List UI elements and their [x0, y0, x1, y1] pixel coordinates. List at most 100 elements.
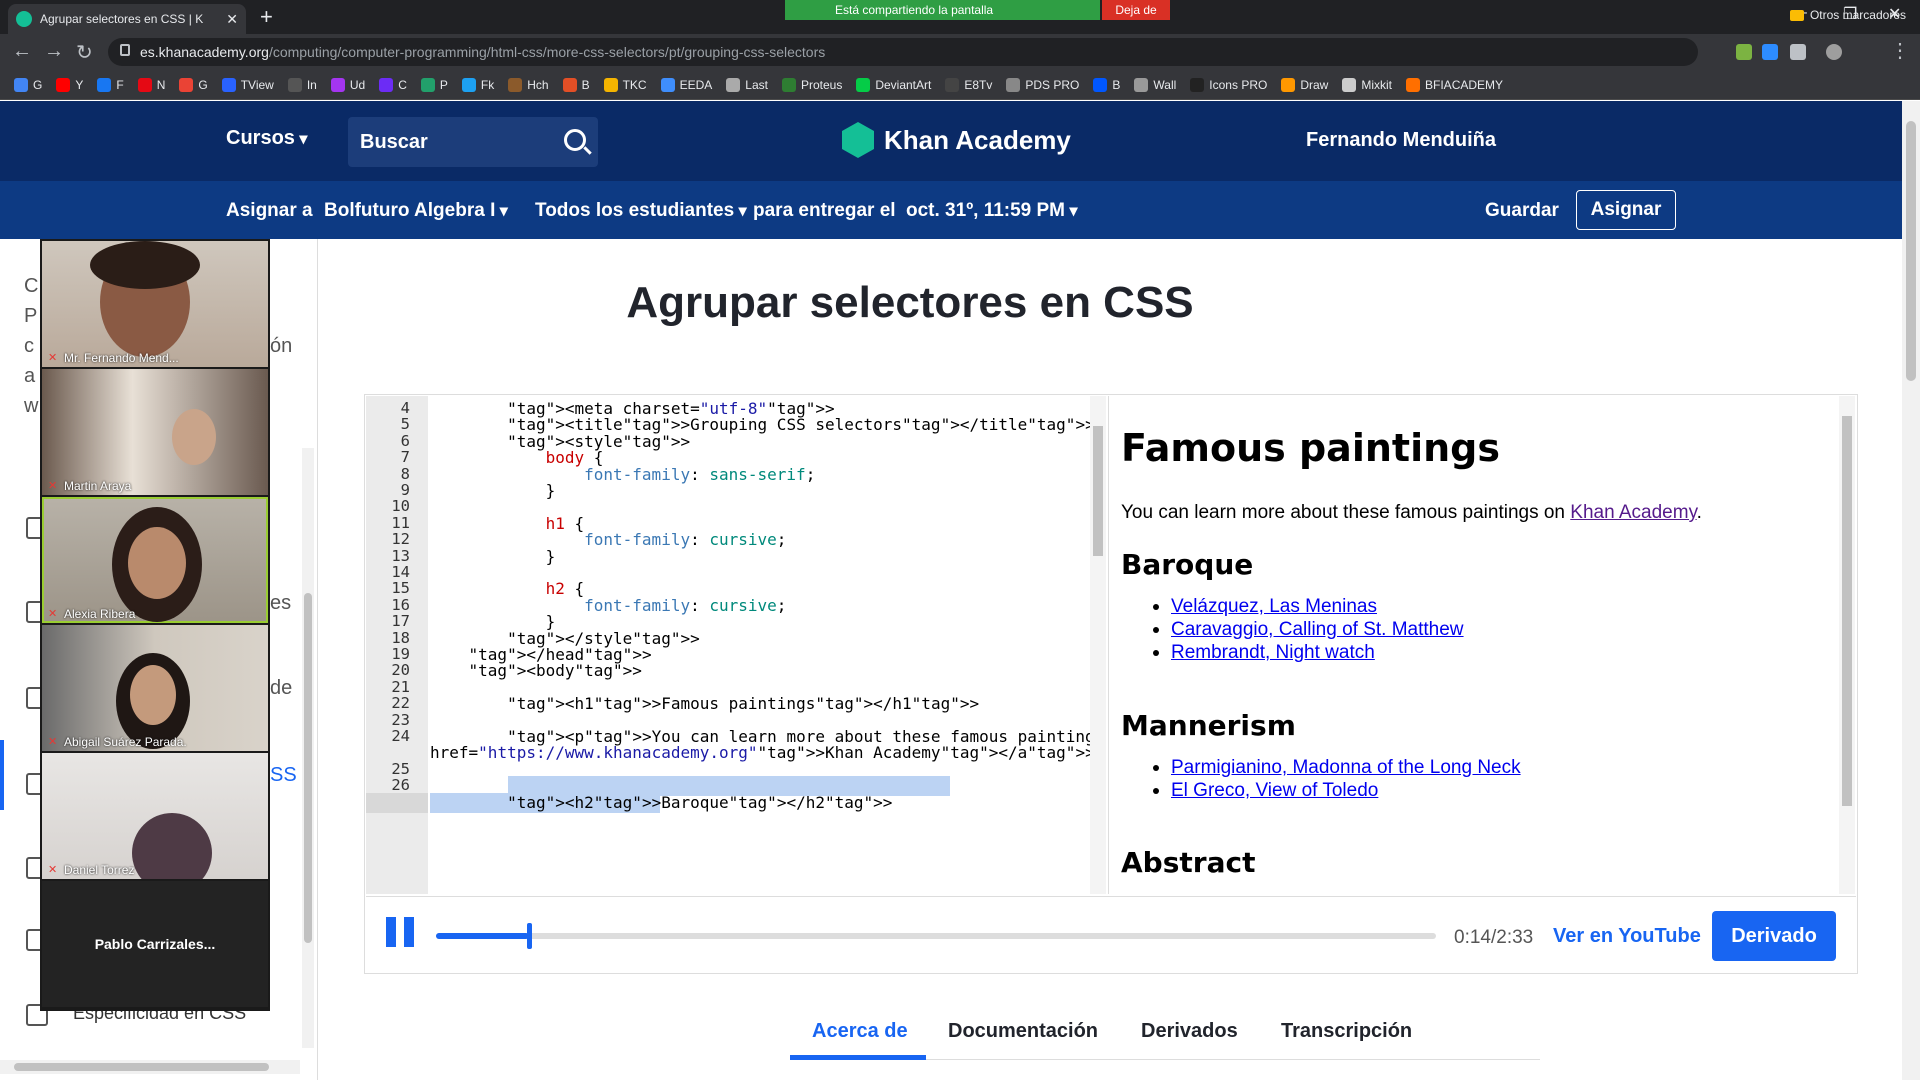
new-tab-icon[interactable]: +	[260, 4, 273, 30]
line-number: 7	[400, 448, 410, 467]
bookmark-item[interactable]: TView	[221, 77, 274, 92]
menu-icon[interactable]: ⋮	[1890, 38, 1910, 63]
output-link[interactable]: Velázquez, Las Meninas	[1153, 596, 1377, 618]
students-dropdown[interactable]: Todos los estudiantes	[535, 200, 747, 222]
extension-icon[interactable]	[1736, 44, 1752, 60]
sidebar-hscrollbar[interactable]	[0, 1060, 300, 1074]
participant-video[interactable]: ✕ Mr. Fernando Mend...	[42, 241, 268, 367]
output-link[interactable]: Parmigianino, Madonna of the Long Neck	[1153, 757, 1521, 779]
tab-title: Agrupar selectores en CSS | K	[40, 12, 204, 26]
output-paragraph-end: .	[1696, 502, 1702, 523]
bookmark-icon	[603, 77, 618, 92]
bookmark-item[interactable]: Icons PRO	[1190, 77, 1268, 92]
bookmark-item[interactable]: F	[97, 77, 124, 92]
youtube-link[interactable]: Ver en YouTube	[1553, 925, 1701, 948]
bookmark-item[interactable]: N	[137, 77, 165, 92]
bookmark-item[interactable]: Last	[726, 77, 768, 92]
progress-track[interactable]	[436, 923, 1436, 949]
khan-academy-link[interactable]: Khan Academy	[1570, 502, 1696, 523]
line-number: 15	[391, 579, 410, 598]
bookmark-item[interactable]: Proteus	[781, 77, 842, 92]
bookmark-item[interactable]: Wall	[1134, 77, 1176, 92]
puzzle-icon[interactable]	[1790, 44, 1806, 60]
bookmark-label: Icons PRO	[1209, 77, 1268, 92]
page-scrollbar[interactable]	[1902, 101, 1920, 1080]
assign-button[interactable]: Asignar	[1576, 190, 1676, 230]
browser-tab[interactable]: Agrupar selectores en CSS | K ✕	[8, 4, 246, 34]
output-paragraph: You can learn more about these famous pa…	[1121, 502, 1702, 524]
code-editor[interactable]: 4 5 6 7 8 9 10 11 12 13 14 15 16 17 18 19 20 21 22 23 24 25 26…	[366, 396, 1106, 894]
tab-about[interactable]: Acerca de	[812, 1020, 908, 1043]
bookmark-icon	[56, 77, 71, 92]
participant-video[interactable]: ✕ Daniel Torrez	[42, 753, 268, 879]
code-scrollbar[interactable]	[1090, 396, 1106, 894]
output-link[interactable]: Caravaggio, Calling of St. Matthew	[1153, 619, 1464, 641]
bookmark-item[interactable]: G	[179, 77, 208, 92]
bookmark-item[interactable]: BFIACADEMY	[1406, 77, 1503, 92]
bookmark-item[interactable]: Ud	[330, 77, 365, 92]
bookmark-item[interactable]: Mixkit	[1342, 77, 1393, 92]
sidebar-scrollbar[interactable]	[302, 448, 314, 1048]
bookmark-item[interactable]: DeviantArt	[856, 77, 931, 92]
save-button[interactable]: Guardar	[1485, 200, 1559, 222]
output-link[interactable]: Rembrandt, Night watch	[1153, 642, 1375, 664]
tab-transcript[interactable]: Transcripción	[1281, 1020, 1412, 1043]
bookmark-item[interactable]: In	[287, 77, 317, 92]
zoom-extension-icon[interactable]	[1762, 44, 1778, 60]
bookmark-item[interactable]: PDS PRO	[1006, 77, 1079, 92]
zoom-participants-panel: ✕ Mr. Fernando Mend... ✕ Martin Araya ✕ …	[40, 239, 270, 1011]
back-icon[interactable]: ←	[12, 40, 32, 63]
forward-icon[interactable]: →	[44, 40, 64, 63]
search-input[interactable]: Buscar	[348, 117, 598, 167]
participant-name-only-tile[interactable]: Pablo Carrizales...	[42, 881, 268, 1007]
reload-icon[interactable]: ↻	[76, 40, 93, 65]
bookmark-label: P	[439, 77, 448, 92]
close-tab-icon[interactable]: ✕	[226, 11, 238, 28]
bookmark-item[interactable]: TKC	[603, 77, 647, 92]
bookmark-item[interactable]: C	[379, 77, 407, 92]
address-bar[interactable]: es.khanacademy.org/computing/computer-pr…	[108, 38, 1698, 66]
bookmark-item[interactable]: Hch	[508, 77, 549, 92]
class-dropdown[interactable]: Bolfuturo Algebra I	[324, 200, 508, 222]
spin-off-button[interactable]: Derivado	[1712, 911, 1836, 961]
courses-menu[interactable]: Cursos	[226, 127, 307, 150]
bookmark-icon	[1342, 77, 1357, 92]
search-icon[interactable]	[564, 129, 586, 151]
stop-sharing-button[interactable]: Deja de	[1102, 0, 1170, 20]
participant-video[interactable]: ✕ Abigail Suárez Parada.	[42, 625, 268, 751]
profile-avatar[interactable]	[1826, 44, 1842, 60]
user-menu[interactable]: Fernando Menduiña	[1306, 129, 1496, 152]
bookmark-item[interactable]: EEDA	[660, 77, 712, 92]
sidebar-fragment: es	[270, 592, 292, 614]
progress-handle[interactable]	[527, 923, 532, 949]
line-number: 16	[391, 595, 410, 614]
participant-video[interactable]: ✕ Martin Araya	[42, 369, 268, 495]
bookmark-item[interactable]: B	[1093, 77, 1121, 92]
participant-name: Martin Araya	[64, 479, 132, 493]
tab-documentation[interactable]: Documentación	[948, 1020, 1098, 1043]
bookmark-item[interactable]: E8Tv	[945, 77, 992, 92]
bookmark-icon	[1281, 77, 1296, 92]
bookmark-icon	[379, 77, 394, 92]
khan-logo[interactable]: Khan Academy	[842, 122, 1071, 158]
bookmark-icon	[461, 77, 476, 92]
bookmark-item[interactable]: B	[562, 77, 590, 92]
bookmark-label: Last	[745, 77, 768, 92]
pause-icon[interactable]	[386, 917, 414, 947]
other-bookmarks[interactable]: Otros marcadores	[1789, 8, 1906, 22]
other-bookmarks-label: Otros marcadores	[1809, 8, 1906, 22]
bookmark-item[interactable]: G	[14, 77, 42, 92]
bookmark-item[interactable]: P	[420, 77, 448, 92]
output-link[interactable]: El Greco, View of Toledo	[1152, 780, 1378, 802]
bookmark-label: B	[1112, 77, 1121, 92]
bookmark-item[interactable]: Y	[56, 77, 83, 92]
bookmark-label: Mixkit	[1361, 77, 1393, 92]
assign-to-label: Asignar a	[226, 200, 313, 221]
bookmark-item[interactable]: Draw	[1281, 77, 1328, 92]
tab-spinoffs[interactable]: Derivados	[1141, 1020, 1238, 1043]
participant-video[interactable]: ✕ Alexia Ribera	[42, 497, 268, 623]
due-date-dropdown[interactable]: oct. 31º, 11:59 PM	[906, 200, 1078, 222]
bookmark-item[interactable]: Fk	[461, 77, 494, 92]
output-scrollbar[interactable]	[1839, 396, 1855, 894]
participant-name: Mr. Fernando Mend...	[64, 351, 179, 365]
